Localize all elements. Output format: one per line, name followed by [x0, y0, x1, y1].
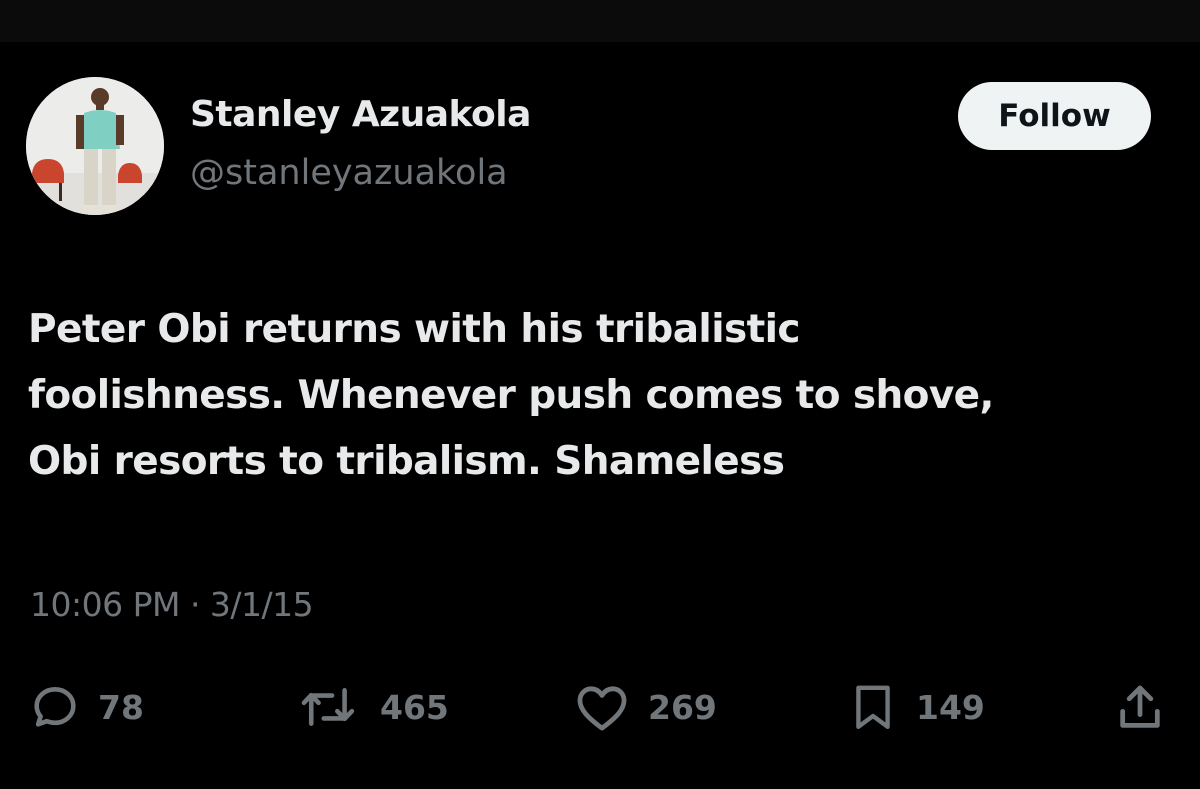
action-bar: 78 465 269 149 — [0, 672, 1200, 742]
tweet-text: Peter Obi returns with his tribalistic f… — [28, 297, 1178, 495]
bookmark-button[interactable]: 149 — [848, 672, 985, 742]
author-handle[interactable]: @stanleyazuakola — [190, 153, 508, 193]
avatar[interactable] — [26, 77, 164, 215]
tweet-card: Stanley Azuakola @stanleyazuakola Follow… — [0, 0, 1200, 789]
repost-button[interactable]: 465 — [298, 672, 449, 742]
share-icon — [1120, 685, 1160, 728]
repost-count: 465 — [380, 687, 449, 727]
like-button[interactable]: 269 — [574, 672, 717, 742]
bookmark-count: 149 — [916, 687, 985, 727]
bookmark-icon — [856, 685, 890, 729]
reply-button[interactable]: 78 — [30, 672, 144, 742]
tweet-text-line: foolishness. Whenever push comes to shov… — [28, 373, 994, 418]
reply-count: 78 — [98, 687, 144, 727]
heart-icon — [577, 686, 627, 731]
follow-button[interactable]: Follow — [958, 82, 1151, 150]
tweet-timestamp[interactable]: 10:06 PM · 3/1/15 — [30, 585, 314, 624]
like-count: 269 — [648, 687, 717, 727]
share-button[interactable] — [1114, 672, 1166, 742]
avatar-photo — [26, 77, 164, 215]
repost-icon — [301, 688, 355, 726]
tweet-text-line: Obi resorts to tribalism. Shameless — [28, 439, 785, 484]
tweet-text-line: Peter Obi returns with his tribalistic — [28, 307, 801, 352]
author-display-name[interactable]: Stanley Azuakola — [190, 94, 531, 135]
reply-icon — [34, 687, 76, 727]
